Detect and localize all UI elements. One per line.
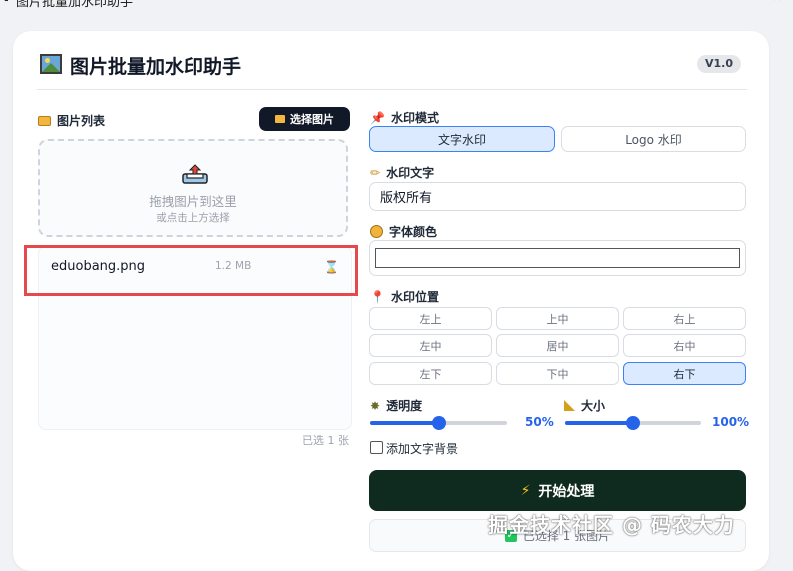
palette-icon <box>370 225 383 238</box>
text-background-label: 添加文字背景 <box>386 442 459 456</box>
logo-watermark-tab[interactable]: Logo 水印 <box>561 126 746 152</box>
mode-label: 水印模式 <box>390 111 439 125</box>
position-top-center[interactable]: 上中 <box>496 307 619 330</box>
position-bottom-right[interactable]: 右下 <box>623 362 746 385</box>
close-button[interactable]: ✕ <box>770 0 784 5</box>
version-badge: V1.0 <box>697 55 741 73</box>
watermark-text-input[interactable]: 版权所有 <box>369 182 746 211</box>
size-slider-knob[interactable] <box>626 416 640 430</box>
opacity-slider[interactable] <box>370 416 507 430</box>
size-slider[interactable] <box>565 416 701 430</box>
dropzone-main-text: 拖拽图片到这里 <box>149 194 237 209</box>
opacity-heading: ✸ 透明度 <box>370 397 422 414</box>
position-top-left[interactable]: 左上 <box>369 307 492 330</box>
selection-highlight-box <box>24 245 358 296</box>
pencil-icon: ✏ <box>370 165 381 180</box>
opacity-slider-fill <box>370 421 439 425</box>
folder-icon <box>38 115 51 126</box>
image-list-label: 图片列表 <box>57 114 106 128</box>
drop-zone[interactable]: 拖拽图片到这里 或点击上方选择 <box>38 139 348 237</box>
sparkle-icon: ✸ <box>370 398 381 413</box>
header-divider <box>37 89 747 90</box>
pushpin-icon: 📌 <box>370 110 385 125</box>
minimize-button[interactable]: — <box>722 0 736 5</box>
image-list-heading: 图片列表 <box>38 112 105 129</box>
text-watermark-tab[interactable]: 文字水印 <box>369 126 555 152</box>
opacity-label: 透明度 <box>386 399 423 413</box>
position-center[interactable]: 居中 <box>496 334 619 357</box>
selected-count: 已选 1 张 <box>302 434 349 447</box>
ruler-icon <box>564 400 575 411</box>
position-label: 水印位置 <box>390 290 439 304</box>
pin-icon: 📍 <box>370 289 385 304</box>
text-background-checkbox[interactable] <box>370 441 383 454</box>
position-bottom-left[interactable]: 左下 <box>369 362 492 385</box>
select-images-button[interactable]: 选择图片 <box>259 107 350 131</box>
color-picker[interactable] <box>369 240 746 276</box>
size-slider-fill <box>565 421 633 425</box>
overlay-watermark-text: 掘金技术社区 @ 码农大力 <box>488 513 735 537</box>
position-bottom-center[interactable]: 下中 <box>496 362 619 385</box>
upload-tray-icon <box>182 164 208 184</box>
opacity-value: 50% <box>525 415 554 429</box>
dropzone-sub-text: 或点击上方选择 <box>156 212 230 224</box>
picture-icon <box>40 54 62 74</box>
position-middle-right[interactable]: 右中 <box>623 334 746 357</box>
color-label: 字体颜色 <box>389 225 438 239</box>
start-processing-button[interactable]: ⚡ 开始处理 <box>369 470 746 511</box>
position-middle-left[interactable]: 左中 <box>369 334 492 357</box>
start-processing-label: 开始处理 <box>538 483 595 500</box>
size-value: 100% <box>712 415 750 429</box>
main-card: 图片批量加水印助手 V1.0 图片列表 选择图片 拖拽图片到这里 或点击上方选择… <box>13 31 769 571</box>
text-heading: ✏ 水印文字 <box>370 164 434 181</box>
mode-heading: 📌 水印模式 <box>370 109 439 126</box>
text-label: 水印文字 <box>386 166 435 180</box>
folder-icon <box>275 115 285 123</box>
color-heading: 字体颜色 <box>370 223 437 240</box>
app-title: 图片批量加水印助手 <box>70 56 242 78</box>
position-heading: 📍 水印位置 <box>370 288 439 305</box>
app-icon: ▮ <box>4 0 9 3</box>
window-title: 图片批量加水印助手 <box>16 0 134 10</box>
select-images-label: 选择图片 <box>290 113 334 126</box>
window-titlebar: ▮ 图片批量加水印助手 — ✕ <box>0 0 793 10</box>
lightning-icon: ⚡ <box>520 482 531 499</box>
size-label: 大小 <box>581 399 606 413</box>
color-swatch[interactable] <box>375 248 740 268</box>
size-heading: 大小 <box>564 397 605 414</box>
opacity-slider-knob[interactable] <box>431 416 446 430</box>
position-top-right[interactable]: 右上 <box>623 307 746 330</box>
